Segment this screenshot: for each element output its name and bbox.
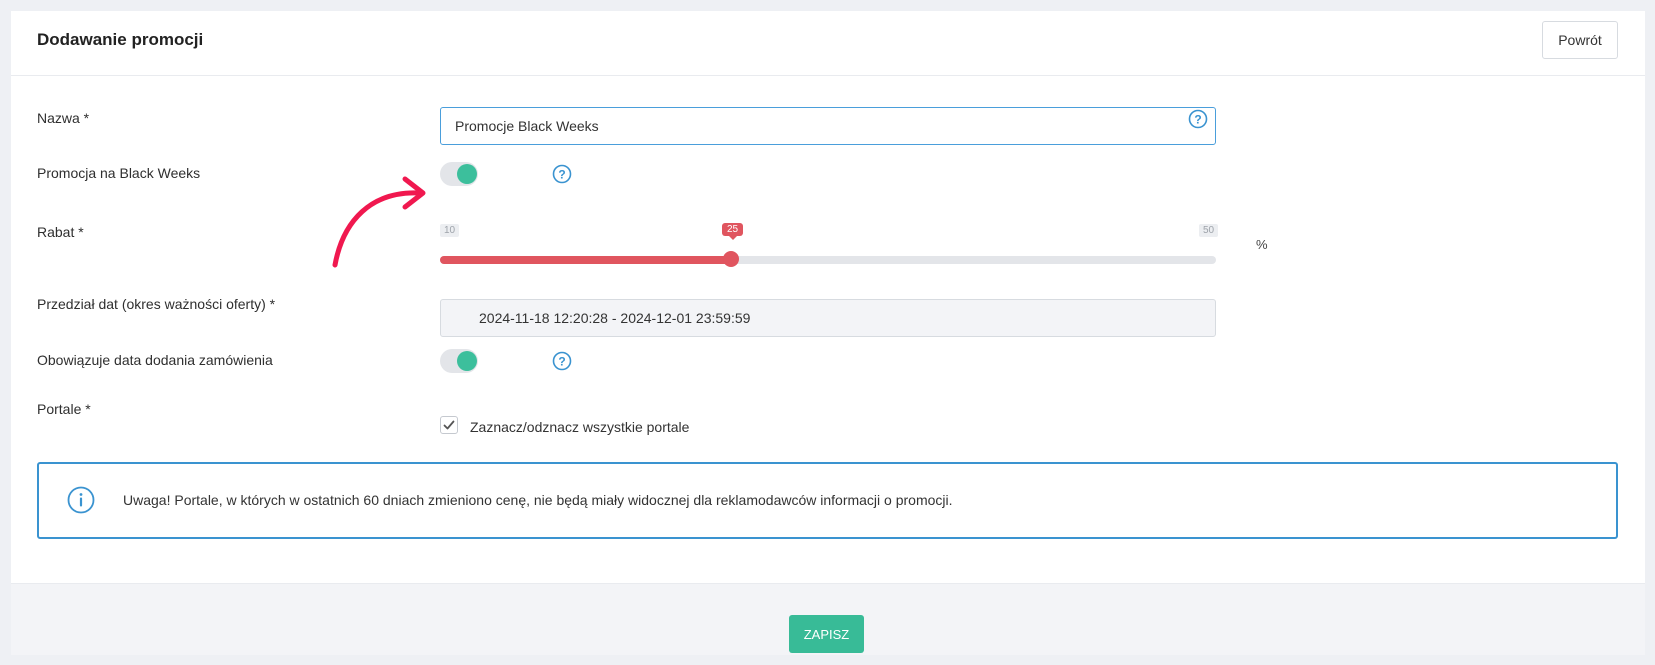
name-label: Nazwa *	[37, 110, 90, 126]
name-help-icon[interactable]: ?	[1188, 109, 1208, 129]
svg-text:?: ?	[558, 168, 565, 182]
discount-slider-track[interactable]	[440, 256, 1216, 264]
info-alert: Uwaga! Portale, w których w ostatnich 60…	[37, 462, 1618, 539]
date-range-label: Przedział dat (okres ważności oferty) *	[37, 296, 276, 312]
svg-text:?: ?	[558, 355, 565, 369]
toggle-knob	[457, 164, 477, 184]
page-title: Dodawanie promocji	[37, 30, 204, 49]
curved-arrow-icon	[332, 176, 426, 268]
black-weeks-help-icon[interactable]: ?	[552, 164, 572, 184]
toggle-knob	[457, 351, 477, 371]
page-header: Dodawanie promocji Powrót	[11, 11, 1645, 76]
date-range-input[interactable]	[440, 299, 1216, 337]
alert-text: Uwaga! Portale, w których w ostatnich 60…	[123, 492, 953, 508]
slider-max-label: 50	[1199, 224, 1219, 237]
form-footer: ZAPISZ	[11, 583, 1645, 655]
save-button[interactable]: ZAPISZ	[789, 615, 864, 653]
discount-slider-thumb[interactable]	[723, 251, 739, 267]
black-weeks-label: Promocja na Black Weeks	[37, 165, 201, 181]
name-input[interactable]	[440, 107, 1216, 145]
discount-slider-fill	[440, 256, 731, 264]
info-circle-icon	[67, 486, 95, 514]
select-all-portals-checkbox[interactable]	[440, 416, 458, 434]
slider-value-badge: 25	[722, 223, 744, 240]
order-date-label: Obowiązuje data dodania zamówienia	[37, 352, 273, 368]
black-weeks-toggle[interactable]	[440, 162, 478, 186]
order-date-help-icon[interactable]: ?	[552, 351, 572, 371]
discount-label: Rabat *	[37, 224, 84, 240]
discount-unit: %	[1256, 237, 1268, 252]
portals-label: Portale *	[37, 401, 91, 417]
slider-min-label: 10	[440, 224, 460, 237]
order-date-toggle[interactable]	[440, 349, 478, 373]
back-button[interactable]: Powrót	[1542, 21, 1618, 59]
checkmark-icon	[443, 420, 455, 430]
promotion-form-card: Dodawanie promocji Powrót Nazwa * ? Prom…	[11, 11, 1645, 655]
svg-text:?: ?	[1194, 113, 1201, 127]
select-all-portals-label[interactable]: Zaznacz/odznacz wszystkie portale	[470, 419, 689, 435]
